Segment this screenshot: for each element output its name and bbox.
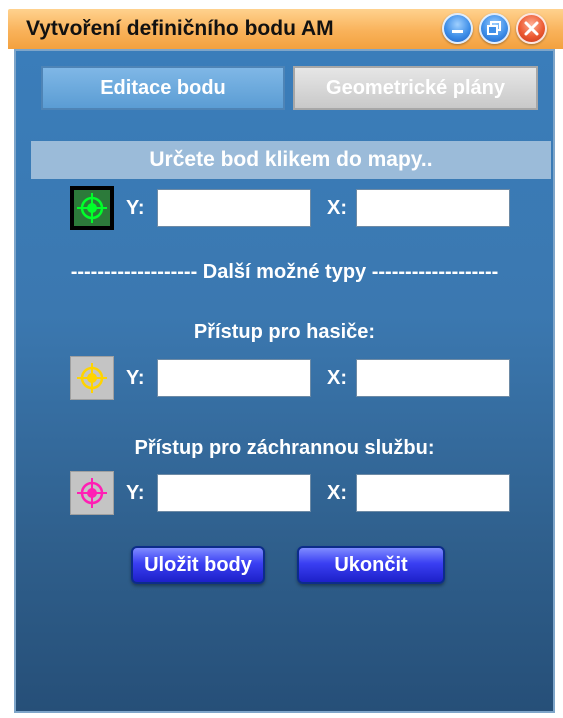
ambulance-x-input[interactable] (356, 474, 510, 512)
save-points-button[interactable]: Uložit body (131, 546, 265, 584)
firefighters-heading: Přístup pro hasiče: (193, 321, 376, 343)
green-crosshair-icon (77, 193, 107, 223)
dialog-panel: Editace bodu Geometrické plány Určete bo… (14, 49, 555, 713)
tab-geometricke-plany[interactable]: Geometrické plány (293, 66, 538, 110)
restore-icon (487, 21, 501, 35)
main-y-label: Y: (126, 197, 145, 219)
ambulance-x-label: X: (327, 482, 347, 504)
maximize-button[interactable] (479, 13, 510, 44)
minimize-icon (452, 30, 463, 33)
ambulance-point-picker[interactable] (70, 471, 114, 515)
exit-button[interactable]: Ukončit (297, 546, 445, 584)
main-y-input[interactable] (157, 189, 311, 227)
ambulance-y-label: Y: (126, 482, 145, 504)
ambulance-y-input[interactable] (157, 474, 311, 512)
ambulance-heading: Přístup pro záchrannou službu: (134, 437, 435, 459)
close-button[interactable] (516, 13, 547, 44)
magenta-crosshair-icon (77, 478, 107, 508)
yellow-crosshair-icon (77, 363, 107, 393)
other-types-divider: ------------------- Další možné typy ---… (70, 261, 499, 283)
window-titlebar[interactable]: Vytvoření definičního bodu AM (8, 9, 563, 49)
main-point-picker[interactable] (70, 186, 114, 230)
firefighters-point-picker[interactable] (70, 356, 114, 400)
main-x-input[interactable] (356, 189, 510, 227)
minimize-button[interactable] (442, 13, 473, 44)
firefighters-y-label: Y: (126, 367, 145, 389)
firefighters-y-input[interactable] (157, 359, 311, 397)
main-x-label: X: (327, 197, 347, 219)
instruction-banner: Určete bod klikem do mapy.. (31, 141, 551, 179)
window-title: Vytvoření definičního bodu AM (26, 17, 334, 40)
firefighters-x-label: X: (327, 367, 347, 389)
close-icon (524, 21, 539, 36)
firefighters-x-input[interactable] (356, 359, 510, 397)
tab-editace-bodu[interactable]: Editace bodu (41, 66, 285, 110)
